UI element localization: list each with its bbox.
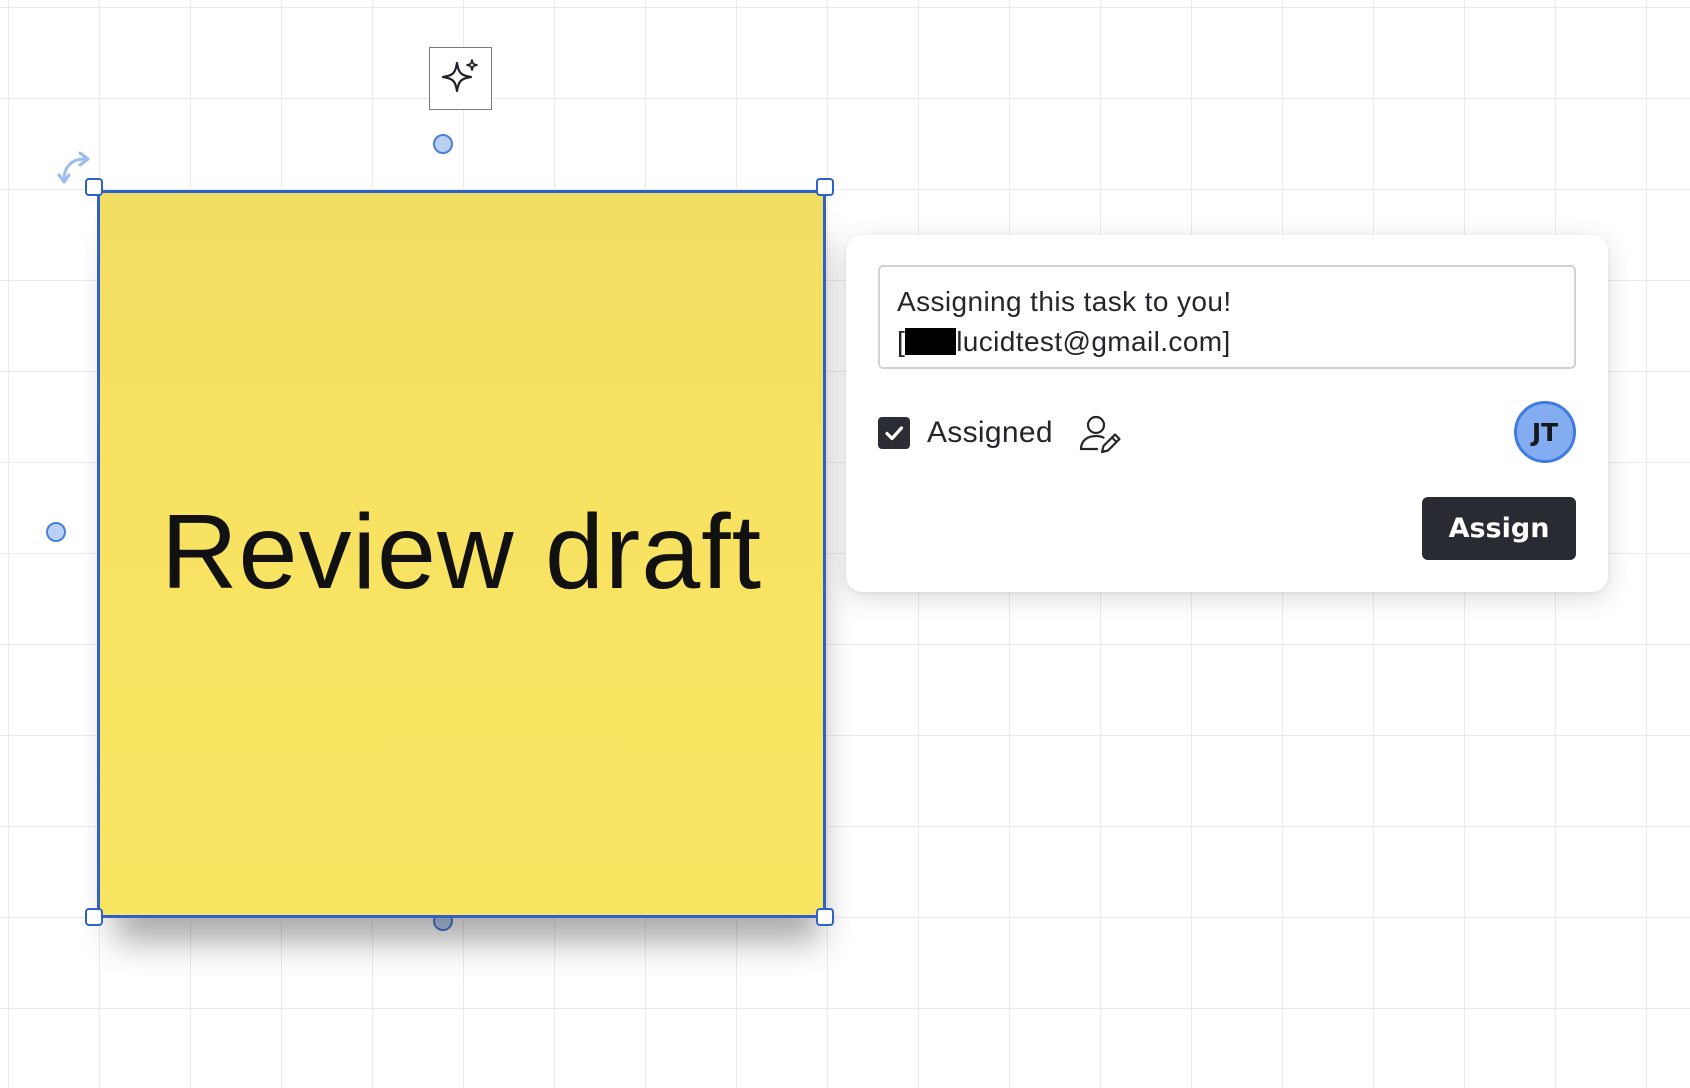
resize-handle-bottom-right[interactable] [816,908,834,926]
assign-button[interactable]: Assign [1422,497,1576,560]
avatar[interactable]: JT [1514,401,1576,463]
assignee-email: lucidtest@gmail.com] [956,326,1231,357]
resize-handle-bottom-left[interactable] [85,908,103,926]
connection-point-top[interactable] [433,134,453,154]
message-line-1: Assigning this task to you! [897,286,1232,317]
connection-point-left[interactable] [46,522,66,542]
resize-handle-top-left[interactable] [85,178,103,196]
ai-assist-button[interactable] [429,47,492,110]
message-line-2: [ lucidtest@gmail.com] [897,322,1557,362]
sparkle-icon [441,58,478,92]
user-edit-icon[interactable] [1078,413,1122,457]
resize-handle-top-right[interactable] [816,178,834,196]
task-assign-popover: Assigning this task to you! [ lucidtest@g… [846,235,1608,592]
assigned-label: Assigned [927,416,1053,449]
sticky-note[interactable]: Review draft [97,190,826,918]
sticky-note-text[interactable]: Review draft [161,492,762,613]
redacted-block [905,328,957,355]
assigned-checkbox[interactable] [878,417,910,449]
assignment-message-field[interactable]: Assigning this task to you! [ lucidtest@g… [878,265,1576,369]
checkmark-icon [885,426,904,441]
bracket-open: [ [897,326,906,357]
